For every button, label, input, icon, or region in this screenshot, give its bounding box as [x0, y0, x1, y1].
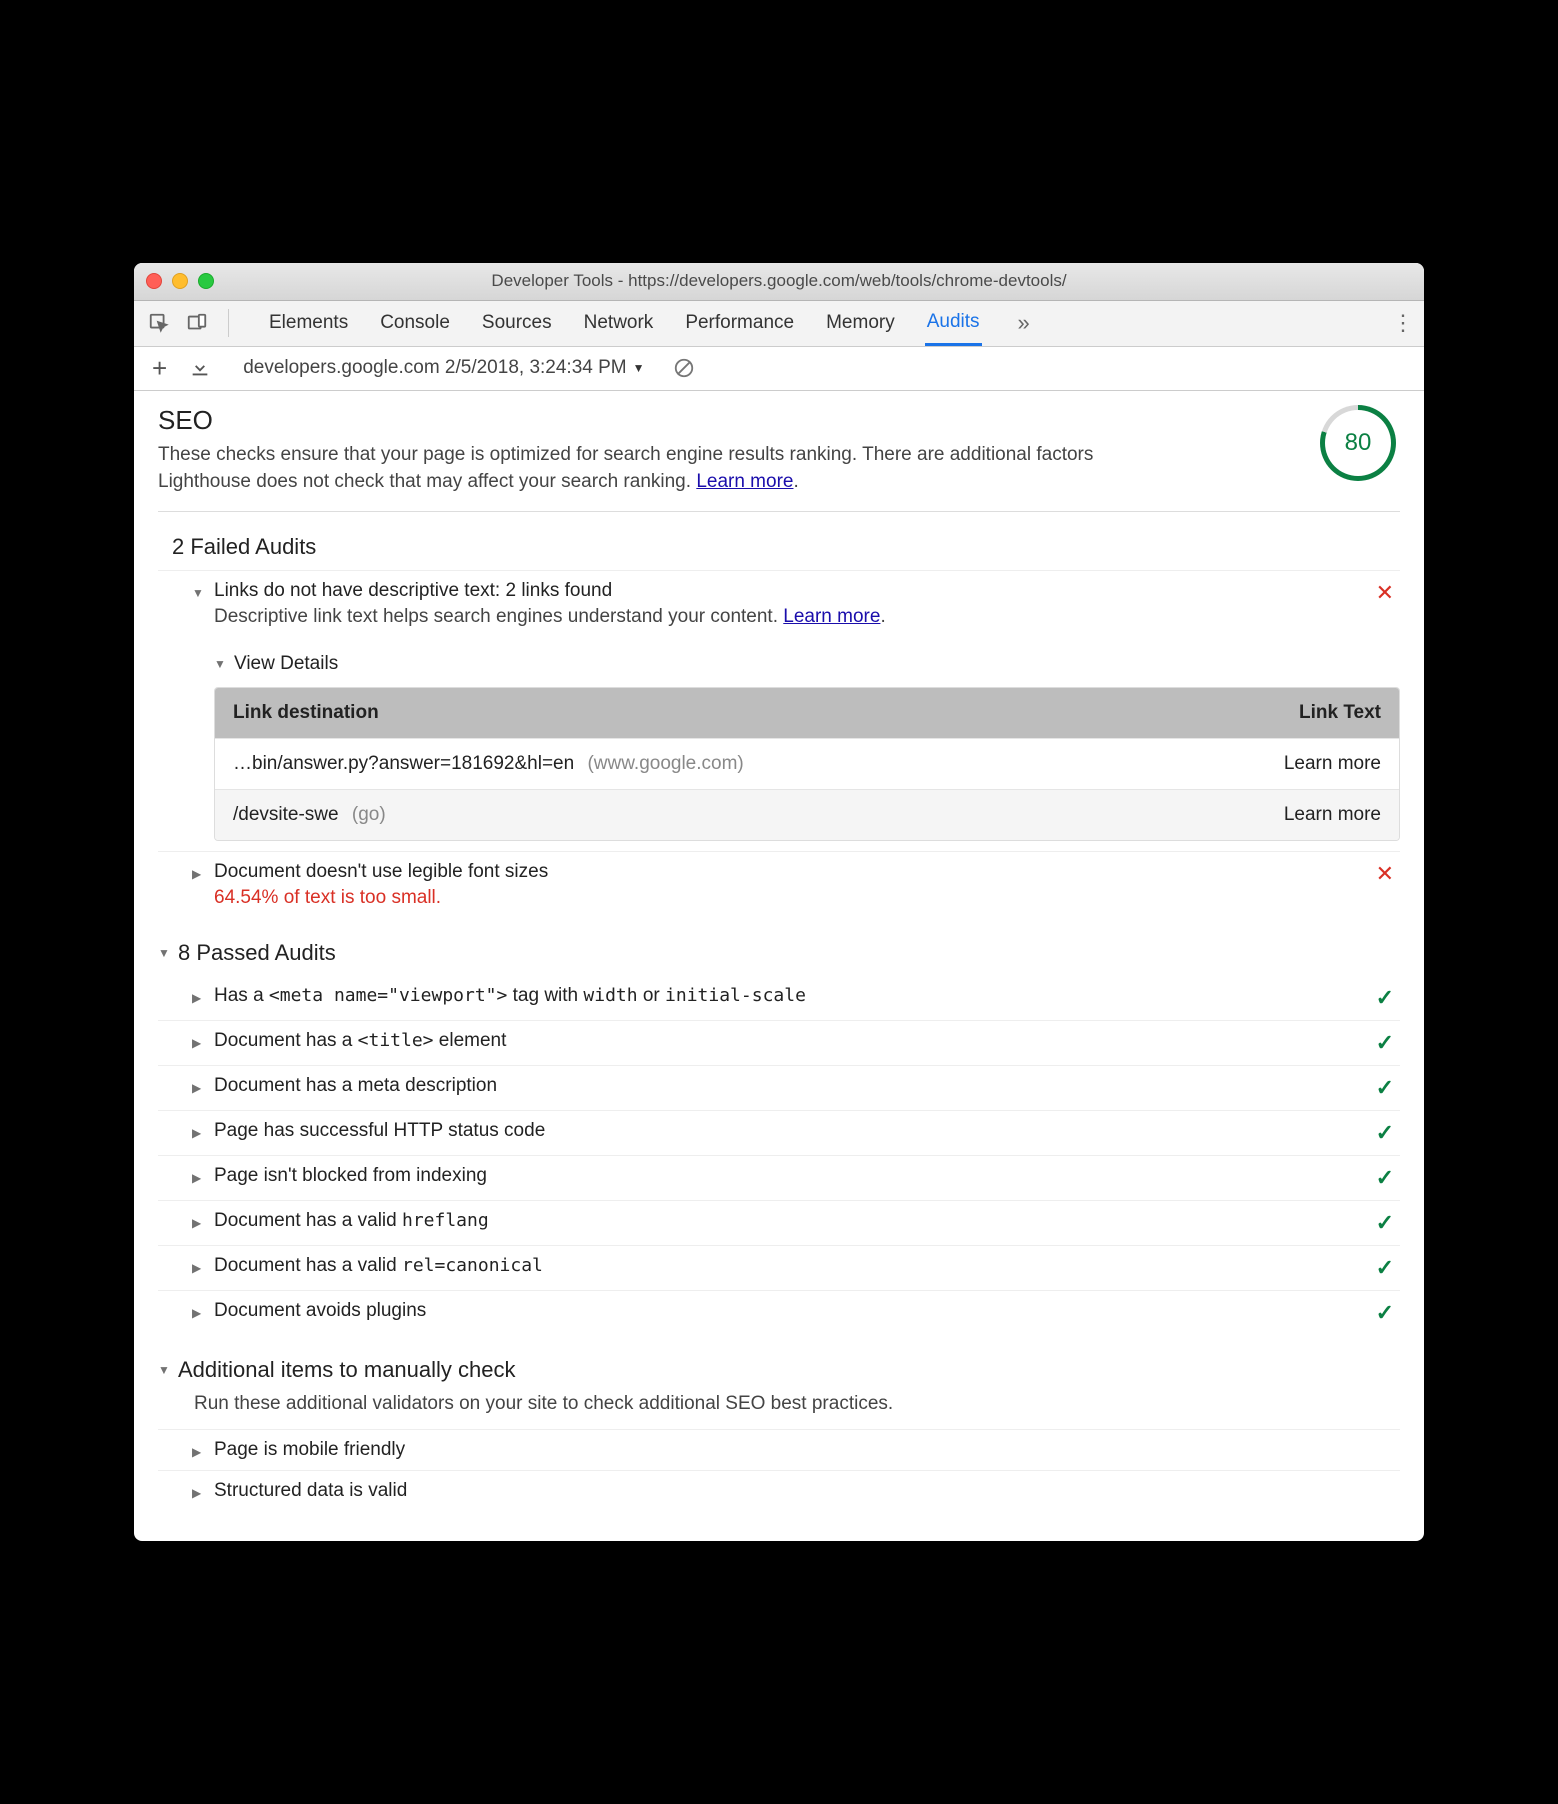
passed-audit-item[interactable]: ▶Document has a valid rel=canonical✓: [158, 1245, 1400, 1290]
close-icon[interactable]: [146, 273, 162, 289]
expand-triangle-icon: ▶: [192, 991, 206, 1005]
window-traffic-lights: [146, 273, 214, 289]
minimize-icon[interactable]: [172, 273, 188, 289]
expand-triangle-icon: ▶: [192, 867, 206, 881]
tab-audits[interactable]: Audits: [925, 301, 982, 346]
expand-triangle-icon: ▼: [158, 1363, 172, 1377]
maximize-icon[interactable]: [198, 273, 214, 289]
audit-content: SEO These checks ensure that your page i…: [134, 391, 1424, 1541]
view-details-toggle[interactable]: ▼ View Details: [214, 653, 1400, 675]
dropdown-triangle-icon: ▼: [633, 361, 645, 375]
expand-triangle-icon: ▼: [192, 586, 206, 600]
kebab-menu-icon[interactable]: ⋮: [1392, 310, 1414, 336]
titlebar: Developer Tools - https://developers.goo…: [134, 263, 1424, 301]
passed-audit-item[interactable]: ▶Page isn't blocked from indexing✓: [158, 1155, 1400, 1200]
fail-x-icon: ✕: [1370, 861, 1400, 887]
passed-audit-item[interactable]: ▶Document has a valid hreflang✓: [158, 1200, 1400, 1245]
score-gauge: 80: [1320, 405, 1396, 481]
report-selector[interactable]: developers.google.com 2/5/2018, 3:24:34 …: [243, 357, 644, 379]
failed-audits-heading[interactable]: 2 Failed Audits: [158, 534, 1400, 560]
fail-x-icon: ✕: [1370, 580, 1400, 606]
pass-check-icon: ✓: [1370, 985, 1400, 1011]
audits-toolbar: + developers.google.com 2/5/2018, 3:24:3…: [134, 347, 1424, 391]
expand-triangle-icon: ▶: [192, 1126, 206, 1140]
pass-check-icon: ✓: [1370, 1030, 1400, 1056]
col-link-text: Link Text: [1211, 702, 1381, 724]
expand-triangle-icon: ▼: [158, 946, 172, 960]
passed-audits-heading[interactable]: ▼ 8 Passed Audits: [158, 940, 1400, 966]
window-title: Developer Tools - https://developers.goo…: [134, 271, 1424, 291]
col-link-destination: Link destination: [233, 702, 1211, 724]
passed-audit-item[interactable]: ▶Document has a <title> element✓: [158, 1020, 1400, 1065]
passed-audit-item[interactable]: ▶Has a <meta name="viewport"> tag with w…: [158, 976, 1400, 1020]
new-audit-icon[interactable]: +: [148, 349, 171, 388]
link-details-table: Link destination Link Text …bin/answer.p…: [214, 687, 1400, 841]
category-description: These checks ensure that your page is op…: [158, 442, 1178, 495]
expand-triangle-icon: ▶: [192, 1081, 206, 1095]
manual-checks-heading[interactable]: ▼ Additional items to manually check: [158, 1357, 1400, 1383]
pass-check-icon: ✓: [1370, 1075, 1400, 1101]
pass-check-icon: ✓: [1370, 1165, 1400, 1191]
inspect-icon[interactable]: [144, 308, 174, 338]
download-icon[interactable]: [185, 353, 215, 383]
failed-audits-section: 2 Failed Audits ▼ Links do not have desc…: [158, 534, 1400, 918]
expand-triangle-icon: ▶: [192, 1445, 206, 1459]
score-value: 80: [1325, 410, 1391, 476]
tab-console[interactable]: Console: [378, 302, 452, 344]
audit-links-nondescript[interactable]: ▼ Links do not have descriptive text: 2 …: [158, 570, 1400, 637]
tab-performance[interactable]: Performance: [683, 302, 796, 344]
tab-elements[interactable]: Elements: [267, 302, 350, 344]
devtools-window: Developer Tools - https://developers.goo…: [134, 263, 1424, 1541]
passed-audit-item[interactable]: ▶Document has a meta description✓: [158, 1065, 1400, 1110]
main-toolbar: Elements Console Sources Network Perform…: [134, 301, 1424, 347]
pass-check-icon: ✓: [1370, 1120, 1400, 1146]
expand-triangle-icon: ▶: [192, 1261, 206, 1275]
passed-audit-item[interactable]: ▶Page has successful HTTP status code✓: [158, 1110, 1400, 1155]
expand-triangle-icon: ▶: [192, 1036, 206, 1050]
expand-triangle-icon: ▶: [192, 1486, 206, 1500]
passed-audit-item[interactable]: ▶Document avoids plugins✓: [158, 1290, 1400, 1335]
more-tabs-icon[interactable]: »: [1018, 310, 1030, 336]
audit-font-sizes[interactable]: ▶ Document doesn't use legible font size…: [158, 851, 1400, 918]
tab-network[interactable]: Network: [582, 302, 656, 344]
passed-audits-section: ▼ 8 Passed Audits ▶Has a <meta name="vie…: [158, 940, 1400, 1335]
manual-checks-description: Run these additional validators on your …: [194, 1393, 1400, 1415]
panel-tabs: Elements Console Sources Network Perform…: [267, 301, 1030, 346]
manual-check-item[interactable]: ▶ Structured data is valid: [158, 1470, 1400, 1511]
tab-memory[interactable]: Memory: [824, 302, 897, 344]
learn-more-link[interactable]: Learn more: [783, 606, 880, 627]
expand-triangle-icon: ▶: [192, 1306, 206, 1320]
manual-checks-section: ▼ Additional items to manually check Run…: [158, 1357, 1400, 1511]
pass-check-icon: ✓: [1370, 1210, 1400, 1236]
table-row: …bin/answer.py?answer=181692&hl=en (www.…: [215, 738, 1399, 789]
manual-check-item[interactable]: ▶ Page is mobile friendly: [158, 1429, 1400, 1470]
expand-triangle-icon: ▶: [192, 1216, 206, 1230]
table-row: /devsite-swe (go) Learn more: [215, 789, 1399, 840]
pass-check-icon: ✓: [1370, 1300, 1400, 1326]
tab-sources[interactable]: Sources: [480, 302, 554, 344]
device-toggle-icon[interactable]: [182, 308, 212, 338]
category-title: SEO: [158, 405, 1178, 436]
expand-triangle-icon: ▶: [192, 1171, 206, 1185]
clear-icon[interactable]: [669, 353, 699, 383]
pass-check-icon: ✓: [1370, 1255, 1400, 1281]
seo-header: SEO These checks ensure that your page i…: [158, 405, 1400, 512]
expand-triangle-icon: ▼: [214, 657, 228, 671]
learn-more-link[interactable]: Learn more: [696, 471, 793, 492]
